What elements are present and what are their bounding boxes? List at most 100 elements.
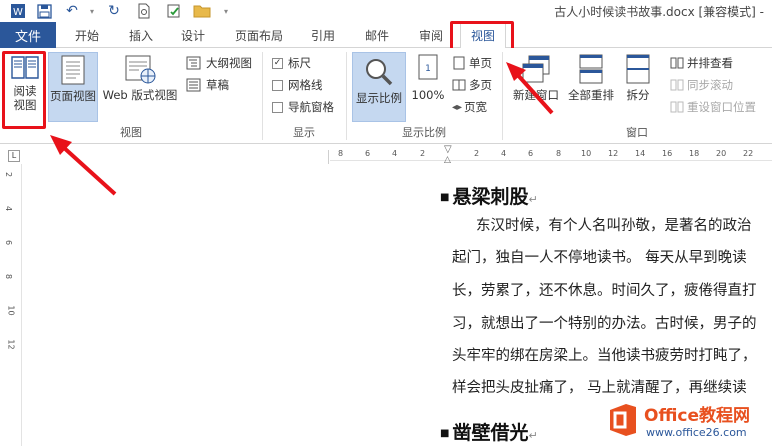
tab-mailings[interactable]: 邮件 [354, 22, 400, 48]
one-page-label: 单页 [469, 56, 492, 70]
ruler-tick: 6 [4, 239, 14, 246]
redo-icon[interactable]: ↻ [104, 2, 124, 20]
ruler-tick: 6 [528, 149, 534, 158]
one-page-button[interactable]: 单页 [452, 54, 492, 72]
zoom-group-label: 显示比例 [402, 126, 446, 139]
first-line-indent-icon[interactable]: ▽ [444, 144, 452, 155]
ruler-tick: 8 [4, 273, 14, 280]
one-page-icon [453, 56, 465, 70]
split-label: 拆分 [626, 88, 650, 102]
horizontal-ruler[interactable]: 8 6 4 2 2 4 6 8 10 12 14 16 18 20 22 ▽ △ [330, 144, 772, 165]
multiple-pages-icon [452, 79, 466, 91]
ruler-tick: 22 [743, 149, 754, 158]
new-window-button[interactable]: 新建窗口 [508, 52, 564, 122]
open-folder-icon[interactable] [192, 2, 212, 20]
page-width-button[interactable]: ◂▸ 页宽 [452, 98, 487, 116]
ruler-tick: 4 [392, 149, 398, 158]
spelling-check-icon[interactable] [164, 2, 184, 20]
tab-page-layout[interactable]: 页面布局 [226, 22, 292, 48]
new-window-icon [522, 55, 550, 83]
tab-home[interactable]: 开始 [64, 22, 110, 48]
ribbon-tab-bar: 文件 开始 插入 设计 页面布局 引用 邮件 审阅 视图 [0, 22, 772, 49]
new-window-label: 新建窗口 [513, 88, 559, 102]
title-bar: W ↶ ▾ ↻ ▾ 古人小时候读书故事.docx [兼容模式] - [0, 0, 772, 22]
outline-button[interactable]: 大纲视图 [186, 54, 252, 72]
tab-selector[interactable]: L [8, 150, 20, 162]
zoom-button[interactable]: 显示比例 [352, 52, 406, 122]
ruler-tick: 16 [662, 149, 673, 158]
ruler-tick: 8 [556, 149, 562, 158]
side-by-side-icon [670, 57, 684, 69]
navigation-pane-checkbox[interactable]: 导航窗格 [272, 98, 334, 116]
ruler-checkbox[interactable]: ✓ 标尺 [272, 54, 311, 72]
tab-file[interactable]: 文件 [0, 22, 56, 48]
draft-button[interactable]: 草稿 [186, 76, 229, 94]
nav-pane-check-icon [272, 101, 283, 113]
reset-window-label: 重设窗口位置 [687, 100, 756, 114]
zoom-100-button[interactable]: 1 100% [408, 52, 448, 122]
customize-toolbar-icon[interactable]: ▾ [216, 2, 236, 20]
ruler-tick: 2 [474, 149, 480, 158]
ruler-tick: 12 [608, 149, 619, 158]
body-line-1[interactable]: 东汉时候，有个人名叫孙敬，是著名的政治 [476, 214, 752, 235]
reset-window-position-button[interactable]: 重设窗口位置 [670, 98, 756, 116]
arrange-all-icon [579, 54, 603, 84]
multiple-pages-label: 多页 [469, 78, 492, 92]
ruler-tick: 4 [4, 205, 14, 212]
body-line-2[interactable]: 起门，独自一人不停地读书。 每天从早到晚读 [452, 246, 747, 267]
undo-icon[interactable]: ↶ [62, 2, 82, 20]
ruler-tick: 10 [581, 149, 592, 158]
draft-icon [186, 78, 201, 92]
outline-label: 大纲视图 [206, 56, 252, 70]
ribbon: 阅读 视图 页面视图 Web 版式视图 大纲视图 草稿 视图 ✓ 标尺 网格线 导… [0, 48, 772, 144]
show-group-label: 显示 [293, 126, 315, 139]
tab-references[interactable]: 引用 [300, 22, 346, 48]
zoom-100-icon: 1 [418, 54, 438, 80]
arrange-all-button[interactable]: 全部重排 [566, 52, 616, 122]
ruler-tick: 6 [365, 149, 371, 158]
print-layout-button[interactable]: 页面视图 [48, 52, 98, 122]
sync-scroll-label: 同步滚动 [687, 78, 733, 92]
sync-scroll-icon [670, 79, 684, 91]
undo-dropdown-icon[interactable]: ▾ [82, 2, 102, 20]
web-layout-label: Web 版式视图 [102, 88, 178, 102]
split-button[interactable]: 拆分 [618, 52, 658, 122]
web-layout-icon [125, 55, 156, 84]
ruler-tick: 18 [689, 149, 700, 158]
gridlines-checkbox[interactable]: 网格线 [272, 76, 323, 94]
office-logo-icon [610, 404, 636, 436]
print-preview-icon[interactable] [134, 2, 154, 20]
ruler-check-icon: ✓ [272, 57, 283, 69]
body-line-3[interactable]: 长，劳累了，还不休息。时间久了，疲倦得直打 [452, 279, 757, 300]
word-logo-icon[interactable]: W [8, 2, 28, 20]
watermark-url: www.office26.com [646, 426, 747, 439]
tab-design[interactable]: 设计 [170, 22, 216, 48]
watermark-brand: Office教程网 [644, 406, 751, 426]
page-width-icon: ◂▸ [452, 101, 463, 113]
window-group-label: 窗口 [626, 126, 648, 139]
synchronous-scrolling-button[interactable]: 同步滚动 [670, 76, 733, 94]
page-width-label: 页宽 [464, 100, 488, 114]
ruler-tick: 14 [635, 149, 646, 158]
save-icon[interactable] [34, 2, 54, 20]
ruler-tick: 2 [420, 149, 426, 158]
reset-window-icon [670, 101, 684, 113]
web-layout-button[interactable]: Web 版式视图 [100, 52, 180, 122]
gridlines-label: 网格线 [288, 78, 323, 92]
multiple-pages-button[interactable]: 多页 [452, 76, 492, 94]
ruler-tick: 8 [338, 149, 344, 158]
tab-review[interactable]: 审阅 [408, 22, 454, 48]
heading-1[interactable]: ■ 悬梁刺股↵ [440, 182, 538, 209]
outline-icon [186, 56, 201, 70]
print-layout-label: 页面视图 [50, 89, 96, 103]
body-line-4[interactable]: 习，就想出了一个特别的办法。古时候，男子的 [452, 312, 757, 333]
highlight-box-read-mode [2, 51, 46, 129]
vertical-ruler[interactable]: 2 4 6 8 10 12 [0, 164, 22, 446]
svg-text:1: 1 [425, 64, 431, 74]
heading-2[interactable]: ■ 凿壁借光↵ [440, 418, 538, 445]
view-side-by-side-button[interactable]: 并排查看 [670, 54, 733, 72]
body-line-6[interactable]: 样会把头皮扯痛了， 马上就清醒了，再继续读 [452, 376, 747, 397]
body-line-5[interactable]: 头牢牢的绑在房梁上。当他读书疲劳时打盹了， [452, 344, 757, 365]
tab-insert[interactable]: 插入 [118, 22, 164, 48]
watermark: Office教程网 www.office26.com [604, 398, 772, 446]
